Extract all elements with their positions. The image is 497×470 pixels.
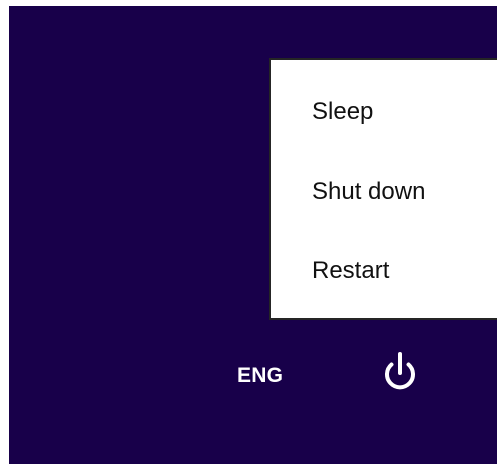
power-options-menu: Sleep Shut down Restart	[269, 58, 497, 320]
language-indicator[interactable]: ENG	[237, 361, 283, 391]
lock-screen-background: Sleep Shut down Restart ENG	[9, 6, 497, 464]
power-button[interactable]	[376, 349, 424, 397]
restart-option[interactable]: Restart	[312, 252, 389, 290]
sleep-option[interactable]: Sleep	[312, 93, 373, 131]
shut-down-option[interactable]: Shut down	[312, 173, 425, 211]
power-icon	[385, 352, 415, 390]
